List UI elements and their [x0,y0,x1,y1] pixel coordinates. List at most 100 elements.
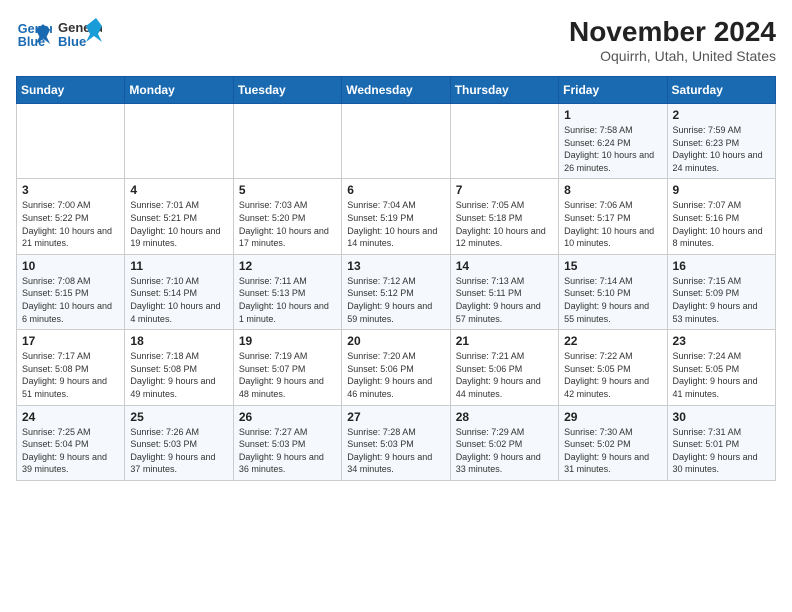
day-info: Sunrise: 7:13 AM Sunset: 5:11 PM Dayligh… [456,275,553,325]
calendar-week-4: 17 Sunrise: 7:17 AM Sunset: 5:08 PM Dayli… [17,330,776,405]
calendar-cell: 9Sunrise: 7:07 AM Sunset: 5:16 PM Daylig… [667,179,775,254]
calendar-cell: 24 Sunrise: 7:25 AM Sunset: 5:04 PM Dayli… [17,405,125,480]
day-number: 11 [130,259,227,273]
day-number: 15 [564,259,661,273]
weekday-header-thursday: Thursday [450,77,558,104]
svg-text:Blue: Blue [58,34,86,49]
calendar-cell: 1 Sunrise: 7:58 AM Sunset: 6:24 PM Daylig… [559,104,667,179]
calendar-cell: 25 Sunrise: 7:26 AM Sunset: 5:03 PM Dayli… [125,405,233,480]
day-info: Sunrise: 7:08 AM Sunset: 5:15 PM Dayligh… [22,275,119,325]
day-info: Sunrise: 7:30 AM Sunset: 5:02 PM Dayligh… [564,426,661,476]
day-number: 10 [22,259,119,273]
calendar-cell: 28 Sunrise: 7:29 AM Sunset: 5:02 PM Dayli… [450,405,558,480]
day-info: Sunrise: 7:24 AM Sunset: 5:05 PM Dayligh… [673,350,770,400]
weekday-header-monday: Monday [125,77,233,104]
day-info: Sunrise: 7:05 AM Sunset: 5:18 PM Dayligh… [456,199,553,249]
day-info: Sunrise: 7:07 AM Sunset: 5:16 PM Dayligh… [673,199,770,249]
weekday-header-wednesday: Wednesday [342,77,450,104]
day-number: 12 [239,259,336,273]
day-number: 4 [130,183,227,197]
page-header: General Blue General Blue November 2024 … [16,16,776,64]
day-number: 25 [130,410,227,424]
weekday-header-tuesday: Tuesday [233,77,341,104]
calendar-cell: 27Sunrise: 7:28 AM Sunset: 5:03 PM Dayli… [342,405,450,480]
weekday-header-saturday: Saturday [667,77,775,104]
day-number: 17 [22,334,119,348]
day-info: Sunrise: 7:14 AM Sunset: 5:10 PM Dayligh… [564,275,661,325]
day-info: Sunrise: 7:10 AM Sunset: 5:14 PM Dayligh… [130,275,227,325]
day-number: 7 [456,183,553,197]
day-info: Sunrise: 7:03 AM Sunset: 5:20 PM Dayligh… [239,199,336,249]
calendar-cell: 7 Sunrise: 7:05 AM Sunset: 5:18 PM Daylig… [450,179,558,254]
calendar-cell: 17 Sunrise: 7:17 AM Sunset: 5:08 PM Dayli… [17,330,125,405]
day-info: Sunrise: 7:06 AM Sunset: 5:17 PM Dayligh… [564,199,661,249]
day-number: 18 [130,334,227,348]
calendar-cell [125,104,233,179]
calendar-cell: 18 Sunrise: 7:18 AM Sunset: 5:08 PM Dayli… [125,330,233,405]
day-info: Sunrise: 7:26 AM Sunset: 5:03 PM Dayligh… [130,426,227,476]
day-number: 8 [564,183,661,197]
weekday-header-friday: Friday [559,77,667,104]
calendar-cell: 14 Sunrise: 7:13 AM Sunset: 5:11 PM Dayli… [450,254,558,329]
calendar-cell [450,104,558,179]
calendar-header: SundayMondayTuesdayWednesdayThursdayFrid… [17,77,776,104]
calendar-week-1: 1 Sunrise: 7:58 AM Sunset: 6:24 PM Daylig… [17,104,776,179]
calendar-week-3: 10 Sunrise: 7:08 AM Sunset: 5:15 PM Dayli… [17,254,776,329]
day-info: Sunrise: 7:21 AM Sunset: 5:06 PM Dayligh… [456,350,553,400]
calendar-cell [342,104,450,179]
calendar-cell: 3 Sunrise: 7:00 AM Sunset: 5:22 PM Daylig… [17,179,125,254]
calendar-cell: 22 Sunrise: 7:22 AM Sunset: 5:05 PM Dayli… [559,330,667,405]
calendar-cell: 26 Sunrise: 7:27 AM Sunset: 5:03 PM Dayli… [233,405,341,480]
day-number: 14 [456,259,553,273]
calendar-cell: 5Sunrise: 7:03 AM Sunset: 5:20 PM Daylig… [233,179,341,254]
calendar-cell: 30 Sunrise: 7:31 AM Sunset: 5:01 PM Dayli… [667,405,775,480]
day-info: Sunrise: 7:11 AM Sunset: 5:13 PM Dayligh… [239,275,336,325]
day-number: 27 [347,410,444,424]
day-info: Sunrise: 7:31 AM Sunset: 5:01 PM Dayligh… [673,426,770,476]
calendar-cell [17,104,125,179]
day-info: Sunrise: 7:29 AM Sunset: 5:02 PM Dayligh… [456,426,553,476]
calendar-cell: 19Sunrise: 7:19 AM Sunset: 5:07 PM Dayli… [233,330,341,405]
logo-icon: General Blue [16,17,52,53]
day-number: 2 [673,108,770,122]
calendar-cell: 13 Sunrise: 7:12 AM Sunset: 5:12 PM Dayli… [342,254,450,329]
day-info: Sunrise: 7:18 AM Sunset: 5:08 PM Dayligh… [130,350,227,400]
day-info: Sunrise: 7:27 AM Sunset: 5:03 PM Dayligh… [239,426,336,476]
day-number: 3 [22,183,119,197]
calendar-cell: 4Sunrise: 7:01 AM Sunset: 5:21 PM Daylig… [125,179,233,254]
day-number: 13 [347,259,444,273]
day-number: 24 [22,410,119,424]
day-number: 16 [673,259,770,273]
day-info: Sunrise: 7:58 AM Sunset: 6:24 PM Dayligh… [564,124,661,174]
day-number: 30 [673,410,770,424]
calendar-cell: 29 Sunrise: 7:30 AM Sunset: 5:02 PM Dayli… [559,405,667,480]
calendar-cell: 2Sunrise: 7:59 AM Sunset: 6:23 PM Daylig… [667,104,775,179]
day-info: Sunrise: 7:25 AM Sunset: 5:04 PM Dayligh… [22,426,119,476]
day-info: Sunrise: 7:17 AM Sunset: 5:08 PM Dayligh… [22,350,119,400]
day-info: Sunrise: 7:12 AM Sunset: 5:12 PM Dayligh… [347,275,444,325]
day-number: 1 [564,108,661,122]
day-number: 21 [456,334,553,348]
logo: General Blue General Blue [16,16,102,54]
calendar-cell: 10 Sunrise: 7:08 AM Sunset: 5:15 PM Dayli… [17,254,125,329]
calendar-cell [233,104,341,179]
day-number: 20 [347,334,444,348]
calendar-body: 1 Sunrise: 7:58 AM Sunset: 6:24 PM Daylig… [17,104,776,481]
day-number: 22 [564,334,661,348]
day-info: Sunrise: 7:19 AM Sunset: 5:07 PM Dayligh… [239,350,336,400]
calendar-cell: 21 Sunrise: 7:21 AM Sunset: 5:06 PM Dayli… [450,330,558,405]
calendar-cell: 23 Sunrise: 7:24 AM Sunset: 5:05 PM Dayli… [667,330,775,405]
day-info: Sunrise: 7:20 AM Sunset: 5:06 PM Dayligh… [347,350,444,400]
title-block: November 2024 Oquirrh, Utah, United Stat… [569,16,776,64]
logo-svg: General Blue [58,16,102,54]
weekday-row: SundayMondayTuesdayWednesdayThursdayFrid… [17,77,776,104]
day-number: 23 [673,334,770,348]
day-number: 26 [239,410,336,424]
day-info: Sunrise: 7:22 AM Sunset: 5:05 PM Dayligh… [564,350,661,400]
calendar-cell: 15 Sunrise: 7:14 AM Sunset: 5:10 PM Dayli… [559,254,667,329]
day-info: Sunrise: 7:00 AM Sunset: 5:22 PM Dayligh… [22,199,119,249]
day-number: 28 [456,410,553,424]
day-number: 29 [564,410,661,424]
calendar-cell: 16Sunrise: 7:15 AM Sunset: 5:09 PM Dayli… [667,254,775,329]
page-title: November 2024 [569,16,776,48]
